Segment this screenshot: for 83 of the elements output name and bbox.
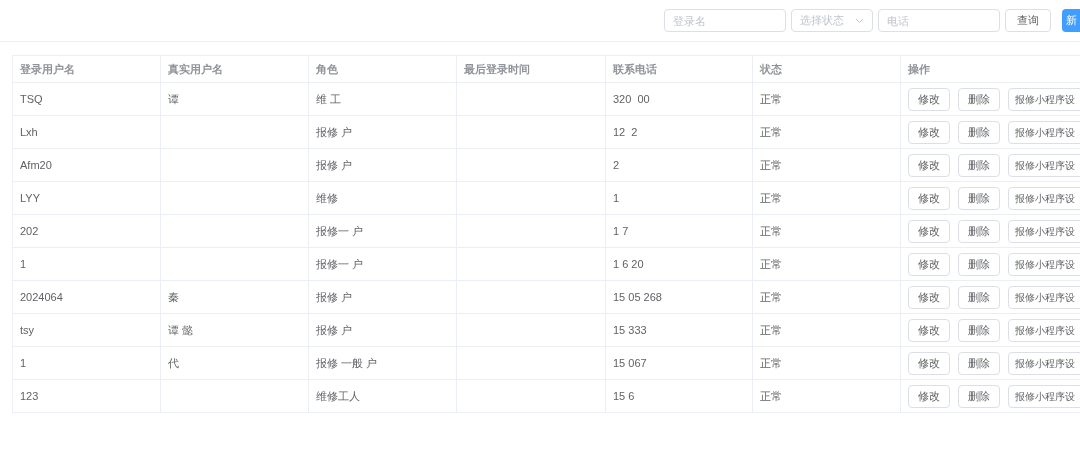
delete-button[interactable]: 删除 xyxy=(958,384,1000,408)
table-cell-text: 2024064 xyxy=(20,289,63,305)
table-cell-text: 123 xyxy=(20,388,39,404)
table-cell-text: 320 00 xyxy=(613,91,650,107)
settings-button[interactable]: 报修小程序设 xyxy=(1008,285,1080,309)
table-cell-text: 报修 户 xyxy=(316,322,353,338)
table-cell-text: 1 xyxy=(20,355,27,371)
table-cell-text: 报修 户 xyxy=(316,157,353,173)
table-cell-text: 15 067 xyxy=(613,355,647,371)
column-header: 最后登录时间 xyxy=(464,61,530,77)
table-cell-text: 代 xyxy=(168,355,179,371)
delete-button[interactable]: 删除 xyxy=(958,120,1000,144)
table-cell-text: 1 6 20 xyxy=(613,256,644,272)
delete-button[interactable]: 删除 xyxy=(958,219,1000,243)
table-cell-text: 正常 xyxy=(760,322,782,338)
edit-button[interactable]: 修改 xyxy=(908,318,950,342)
table-cell-text: 1 xyxy=(20,256,27,272)
table-cell-text: 报修一 户 xyxy=(316,256,364,272)
settings-button[interactable]: 报修小程序设 xyxy=(1008,186,1080,210)
table-cell-text: 1 7 xyxy=(613,223,629,239)
delete-button[interactable]: 删除 xyxy=(958,186,1000,210)
table-cell-text: 1 xyxy=(613,190,620,206)
table-cell-text: 15 333 xyxy=(613,322,647,338)
table-cell-text: 12 2 xyxy=(613,124,638,140)
table-cell-text: 正常 xyxy=(760,91,782,107)
column-header: 登录用户名 xyxy=(20,61,75,77)
table-cell-text: 报修 一般 户 xyxy=(316,355,378,371)
settings-button[interactable]: 报修小程序设 xyxy=(1008,120,1080,144)
column-header: 角色 xyxy=(316,61,338,77)
table-cell-text: 谭 懿 xyxy=(168,322,194,338)
table-cell-text: 15 6 xyxy=(613,388,635,404)
table-cell-text: 谭 xyxy=(168,91,179,107)
delete-button[interactable]: 删除 xyxy=(958,318,1000,342)
table-cell-text: 15 05 268 xyxy=(613,289,662,305)
table-cell-text: 正常 xyxy=(760,157,782,173)
table-cell-text: 正常 xyxy=(760,190,782,206)
table-cell-text: 正常 xyxy=(760,289,782,305)
settings-button[interactable]: 报修小程序设 xyxy=(1008,351,1080,375)
edit-button[interactable]: 修改 xyxy=(908,186,950,210)
edit-button[interactable]: 修改 xyxy=(908,219,950,243)
table-cell-text: Afm20 xyxy=(20,157,52,173)
search-button[interactable]: 查询 xyxy=(1005,9,1051,32)
table-cell-text: LYY xyxy=(20,190,40,206)
table-cell-text: 正常 xyxy=(760,124,782,140)
table-cell-text: 维修 xyxy=(316,190,338,206)
table-cell-text: 正常 xyxy=(760,388,782,404)
column-header: 操作 xyxy=(908,61,930,77)
table-cell-text: 报修 户 xyxy=(316,289,353,305)
table-cell-text: 正常 xyxy=(760,223,782,239)
chevron-down-icon xyxy=(855,17,864,24)
settings-button[interactable]: 报修小程序设 xyxy=(1008,318,1080,342)
settings-button[interactable]: 报修小程序设 xyxy=(1008,384,1080,408)
edit-button[interactable]: 修改 xyxy=(908,285,950,309)
table-cell-text: 2 xyxy=(613,157,620,173)
edit-button[interactable]: 修改 xyxy=(908,87,950,111)
table-cell-text: 正常 xyxy=(760,256,782,272)
edit-button[interactable]: 修改 xyxy=(908,384,950,408)
delete-button[interactable]: 删除 xyxy=(958,351,1000,375)
settings-button[interactable]: 报修小程序设 xyxy=(1008,252,1080,276)
table-cell-text: tsy xyxy=(20,322,35,338)
delete-button[interactable]: 删除 xyxy=(958,285,1000,309)
edit-button[interactable]: 修改 xyxy=(908,120,950,144)
table-cell-text: 维 工 xyxy=(316,91,342,107)
table-cell-text: Lxh xyxy=(20,124,38,140)
column-header: 联系电话 xyxy=(613,61,657,77)
table-cell-text: 报修一 户 xyxy=(316,223,364,239)
table-cell-text: 202 xyxy=(20,223,39,239)
edit-button[interactable]: 修改 xyxy=(908,351,950,375)
settings-button[interactable]: 报修小程序设 xyxy=(1008,219,1080,243)
column-header: 真实用户名 xyxy=(168,61,223,77)
delete-button[interactable]: 删除 xyxy=(958,252,1000,276)
delete-button[interactable]: 删除 xyxy=(958,87,1000,111)
edit-button[interactable]: 修改 xyxy=(908,252,950,276)
table-cell-text: 报修 户 xyxy=(316,124,353,140)
settings-button[interactable]: 报修小程序设 xyxy=(1008,153,1080,177)
table-cell-text: TSQ xyxy=(20,91,43,107)
table-cell-text: 秦 xyxy=(168,289,179,305)
column-header: 状态 xyxy=(760,61,782,77)
table-cell-text: 正常 xyxy=(760,355,782,371)
delete-button[interactable]: 删除 xyxy=(958,153,1000,177)
edit-button[interactable]: 修改 xyxy=(908,153,950,177)
table-cell-text: 维修工人 xyxy=(316,388,360,404)
settings-button[interactable]: 报修小程序设 xyxy=(1008,87,1080,111)
